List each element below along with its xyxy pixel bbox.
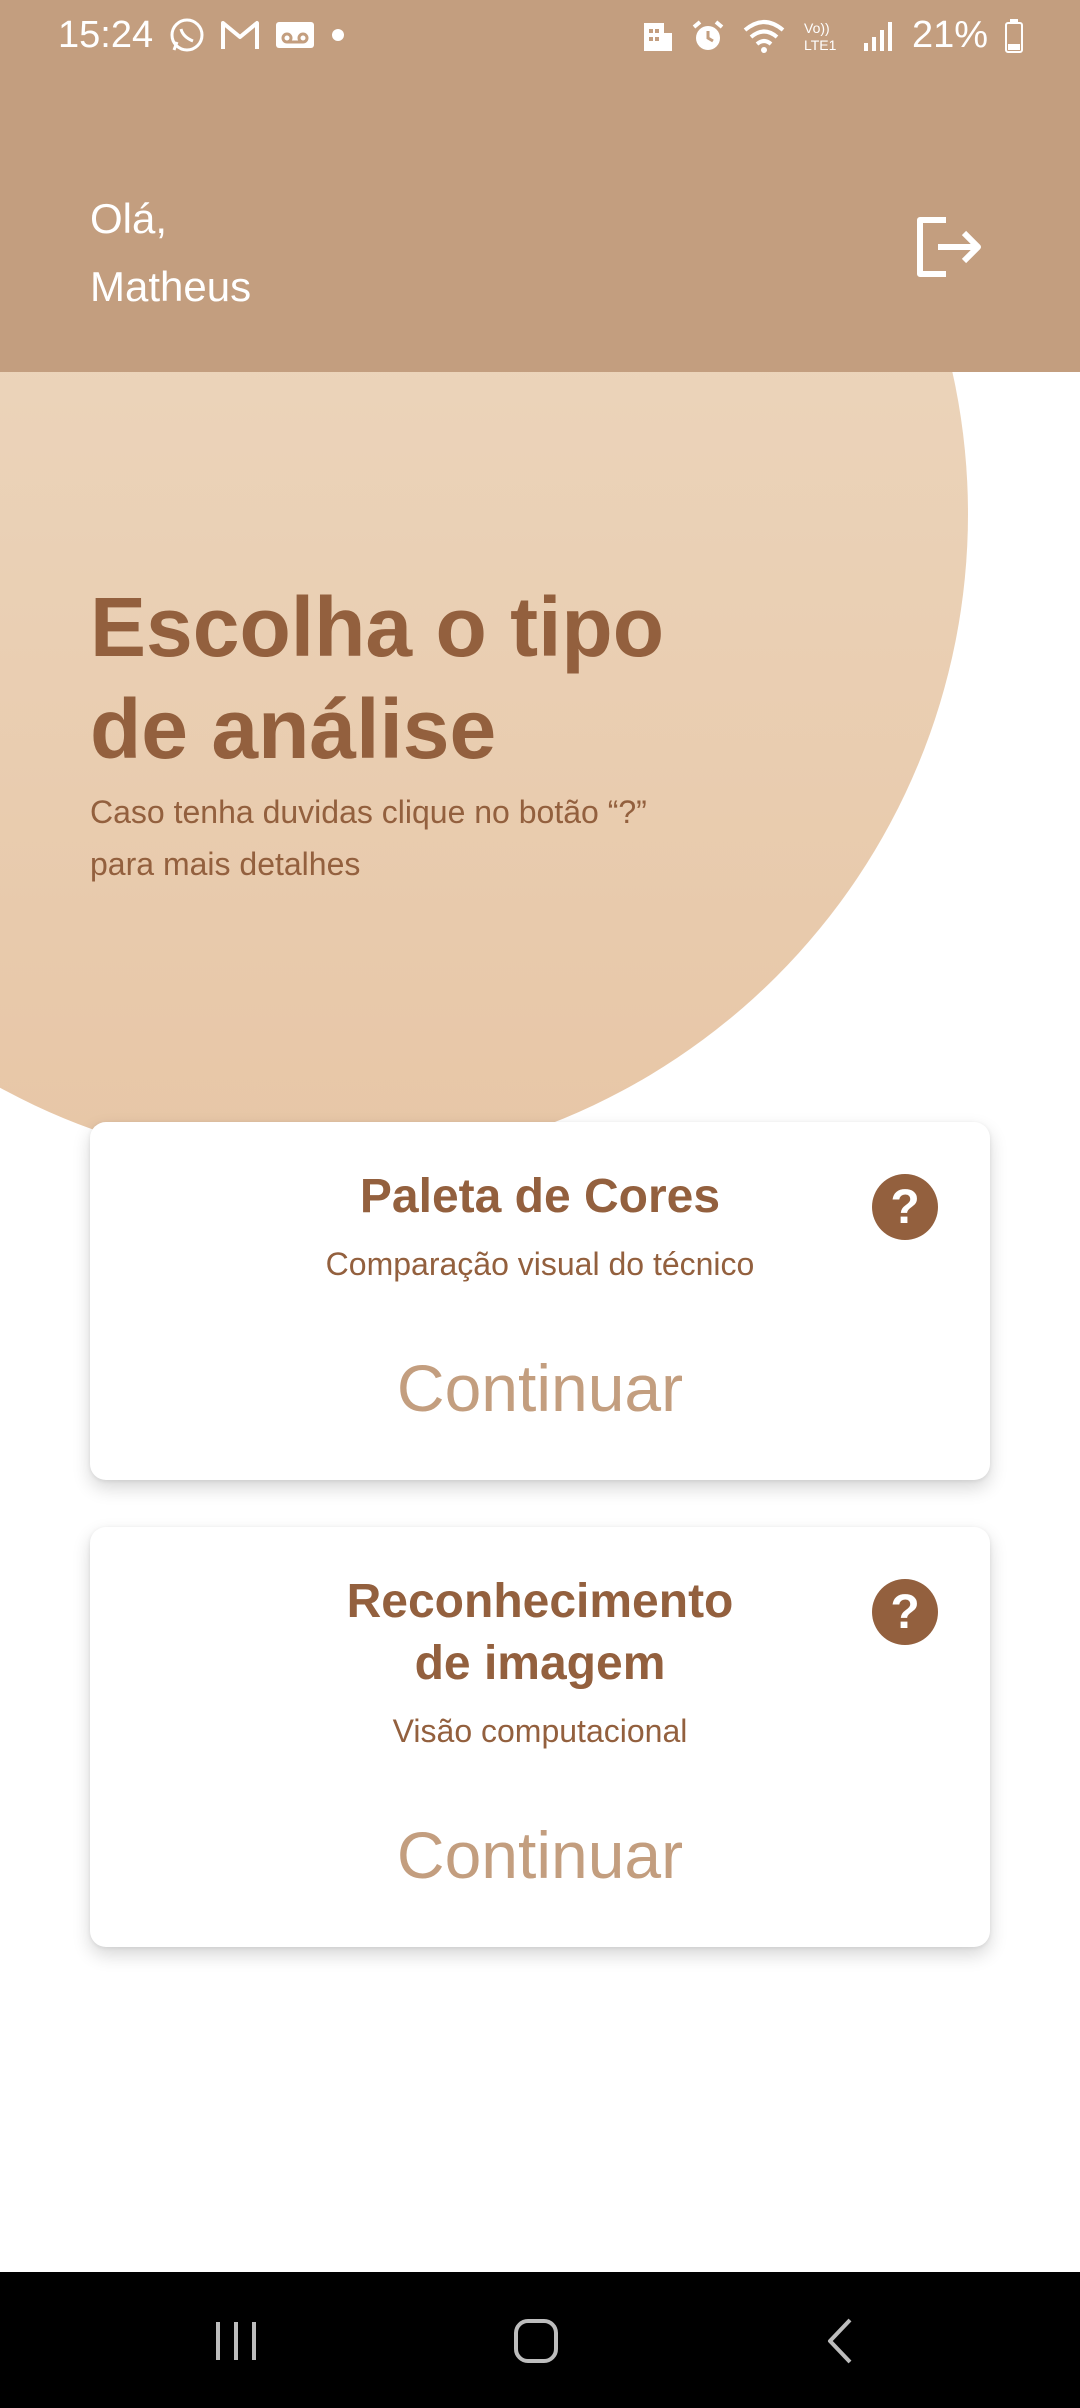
- battery-percentage: 21%: [911, 14, 988, 56]
- page-title: Escolha o tipo de análise: [90, 576, 790, 780]
- recents-button[interactable]: [196, 2306, 276, 2376]
- help-icon: ?: [890, 1585, 920, 1639]
- help-button[interactable]: ?: [872, 1174, 938, 1240]
- home-icon: [511, 2316, 561, 2366]
- card-title-line1: Reconhecimento: [346, 1575, 734, 1628]
- app-header: 15:24 Vo)) LTE1 21% Olá, Matheus: [0, 0, 1080, 372]
- page-subtitle: Caso tenha duvidas clique no botão “?” p…: [90, 786, 740, 890]
- wifi-icon: [742, 18, 786, 54]
- page-subtitle-line2: para mais detalhes: [90, 846, 361, 882]
- whatsapp-icon: [168, 16, 206, 54]
- svg-text:Vo)): Vo)): [804, 20, 830, 36]
- screen: 15:24 Vo)) LTE1 21% Olá, Matheus Escolha…: [0, 0, 1080, 2408]
- card-description: Visão computacional: [392, 1713, 688, 1749]
- analysis-card-image-recognition: Reconhecimento de imagem Visão computaci…: [90, 1527, 990, 1947]
- card-title-line1: Paleta de Cores: [359, 1170, 721, 1223]
- status-time: 15:24: [58, 14, 154, 56]
- card-title: Reconhecimento de imagem: [240, 1571, 840, 1695]
- notification-icons: [168, 16, 346, 54]
- signal-icon: [862, 19, 896, 53]
- card-title-line2: de imagem: [414, 1637, 666, 1690]
- recents-icon: [211, 2318, 261, 2364]
- alarm-icon: [690, 18, 726, 54]
- card-title: Paleta de Cores: [240, 1166, 840, 1228]
- back-icon: [820, 2316, 860, 2366]
- analysis-card-color-palette: Paleta de Cores Comparação visual do téc…: [90, 1122, 990, 1480]
- page-title-line2: de análise: [90, 682, 497, 776]
- home-button[interactable]: [496, 2306, 576, 2376]
- voicemail-icon: [274, 18, 316, 52]
- back-button[interactable]: [800, 2306, 880, 2376]
- page-subtitle-line1: Caso tenha duvidas clique no botão “?”: [90, 794, 647, 830]
- volte-icon: Vo)) LTE1: [802, 18, 846, 54]
- system-icons: Vo)) LTE1 21%: [642, 14, 1024, 57]
- card-description: Comparação visual do técnico: [325, 1246, 755, 1282]
- system-navigation-bar: [0, 2272, 1080, 2408]
- status-bar: 15:24 Vo)) LTE1 21%: [0, 0, 1080, 72]
- help-button[interactable]: ?: [872, 1579, 938, 1645]
- greeting: Olá, Matheus: [90, 185, 251, 321]
- help-icon: ?: [890, 1180, 920, 1234]
- dot-icon: [330, 27, 346, 43]
- greeting-user-name: Matheus: [90, 263, 252, 310]
- logout-button[interactable]: [908, 210, 988, 284]
- continue-button[interactable]: Continuar: [340, 1817, 740, 1893]
- gmail-icon: [220, 18, 260, 52]
- page-title-line1: Escolha o tipo: [90, 580, 665, 674]
- svg-text:LTE1: LTE1: [804, 37, 837, 53]
- continue-button[interactable]: Continuar: [340, 1350, 740, 1426]
- logout-icon: [912, 214, 984, 280]
- greeting-line-hello: Olá,: [90, 195, 168, 242]
- building-icon: [642, 19, 674, 53]
- battery-icon: [1004, 18, 1024, 54]
